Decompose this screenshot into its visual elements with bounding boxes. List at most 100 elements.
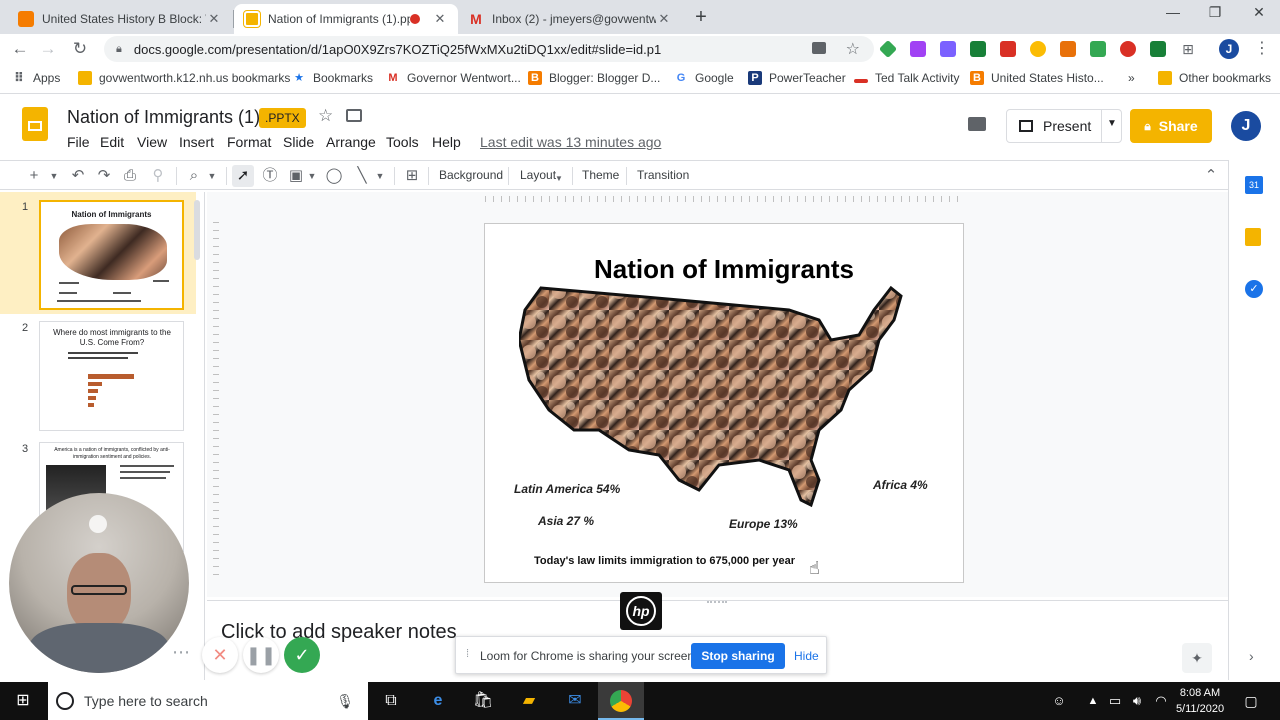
pause-recording-button[interactable]: ❚❚: [243, 637, 279, 673]
extension-icon[interactable]: [1090, 41, 1106, 57]
bookmark-apps[interactable]: ⠿ Apps: [12, 71, 60, 86]
tab-us-history[interactable]: United States History B Block: We ✕: [8, 4, 232, 34]
star-icon[interactable]: ☆: [318, 106, 333, 126]
notifications-icon[interactable]: ▢: [1240, 690, 1262, 712]
windows-start-icon[interactable]: ⊞: [12, 690, 34, 712]
wifi-icon[interactable]: ◠: [1150, 690, 1172, 712]
bookmark-folder[interactable]: govwentworth.k12.nh.us bookmarks: [78, 71, 290, 85]
menu-format[interactable]: Format: [227, 134, 271, 150]
document-title[interactable]: Nation of Immigrants (1): [67, 107, 260, 128]
bookmark-item[interactable]: B Blogger: Blogger D...: [528, 71, 660, 85]
shape-icon[interactable]: ◯: [324, 167, 344, 185]
label-asia[interactable]: Asia 27 %: [538, 514, 594, 528]
chevron-down-icon[interactable]: ▼: [1107, 118, 1117, 129]
other-bookmarks[interactable]: Other bookmarks: [1158, 71, 1271, 85]
drag-handle-icon[interactable]: ⁞: [466, 648, 469, 660]
slide-footer-text[interactable]: Today's law limits immigration to 675,00…: [534, 555, 795, 567]
menu-edit[interactable]: Edit: [100, 134, 124, 150]
menu-tools[interactable]: Tools: [386, 134, 419, 150]
window-close-icon[interactable]: ✕: [1236, 4, 1280, 28]
close-icon[interactable]: ✕: [432, 11, 448, 27]
chevron-down-icon[interactable]: ▼: [374, 167, 386, 185]
print-icon[interactable]: ⎙: [120, 167, 140, 185]
bookmark-item[interactable]: P PowerTeacher: [748, 71, 846, 85]
menu-view[interactable]: View: [137, 134, 167, 150]
slide-thumbnail-2[interactable]: Where do most immigrants to the U.S. Com…: [39, 321, 184, 431]
slide-1[interactable]: Nation of Immigrants Latin America 54% A…: [484, 223, 964, 583]
bookmark-item[interactable]: M Governor Wentwort...: [386, 71, 520, 85]
filmstrip-scrollbar[interactable]: [194, 200, 200, 260]
chevron-down-icon[interactable]: ▼: [554, 170, 564, 188]
last-edit-link[interactable]: Last edit was 13 minutes ago: [480, 134, 661, 150]
new-slide-icon[interactable]: +: [26, 167, 42, 185]
menu-file[interactable]: File: [67, 134, 90, 150]
tab-inbox[interactable]: M Inbox (2) - jmeyers@govwentwo ✕: [458, 4, 682, 34]
sheets-extension-icon[interactable]: [970, 41, 986, 57]
drive-extension-icon[interactable]: [878, 39, 898, 59]
minimize-icon[interactable]: —: [1150, 4, 1196, 28]
account-avatar[interactable]: J: [1231, 111, 1261, 141]
chevron-right-icon[interactable]: ›: [1249, 648, 1254, 664]
hide-button[interactable]: Hide: [794, 649, 819, 663]
redo-icon[interactable]: ↷: [94, 167, 114, 185]
resize-handle[interactable]: [707, 601, 727, 605]
menu-slide[interactable]: Slide: [283, 134, 314, 150]
present-button[interactable]: Present ▼: [1006, 109, 1122, 143]
menu-insert[interactable]: Insert: [179, 134, 214, 150]
chrome-taskbar-button[interactable]: [598, 682, 644, 720]
extension-icon[interactable]: [1030, 41, 1046, 57]
calendar-icon[interactable]: 31: [1245, 176, 1263, 194]
bookmark-item[interactable]: ★ Bookmarks: [292, 71, 373, 85]
star-icon[interactable]: ☆: [846, 39, 860, 59]
new-tab-icon[interactable]: +: [690, 6, 712, 29]
taskbar-search[interactable]: Type here to search 🎙︎: [48, 682, 368, 720]
bookmark-item[interactable]: Ted Talk Activity: [854, 71, 959, 85]
bookmark-item[interactable]: B United States Histo...: [970, 71, 1104, 85]
transition-button[interactable]: Transition: [637, 168, 689, 182]
kebab-menu-icon[interactable]: ⋮: [1254, 41, 1270, 57]
file-explorer-icon[interactable]: ▰: [518, 690, 540, 712]
menu-arrange[interactable]: Arrange: [326, 134, 376, 150]
camera-icon[interactable]: [812, 42, 826, 54]
cancel-recording-button[interactable]: ✕: [202, 637, 238, 673]
menu-help[interactable]: Help: [432, 134, 461, 150]
text-box-icon[interactable]: Ⓣ: [260, 167, 280, 185]
close-icon[interactable]: ✕: [656, 11, 672, 27]
volume-icon[interactable]: 🔊︎: [1126, 690, 1148, 712]
extension-icon[interactable]: [1000, 41, 1016, 57]
label-europe[interactable]: Europe 13%: [729, 517, 798, 531]
chevron-down-icon[interactable]: ▼: [206, 167, 218, 185]
battery-icon[interactable]: ▭: [1104, 690, 1126, 712]
us-map-collage-image[interactable]: [519, 280, 907, 516]
stop-sharing-button[interactable]: Stop sharing: [691, 643, 785, 669]
select-cursor-icon[interactable]: ➚: [232, 165, 254, 187]
label-latin-america[interactable]: Latin America 54%: [514, 482, 620, 496]
extension-icon[interactable]: [1120, 41, 1136, 57]
reload-icon[interactable]: ↻: [68, 38, 92, 60]
label-africa[interactable]: Africa 4%: [873, 478, 928, 492]
chevron-up-icon[interactable]: ⌃: [1202, 167, 1220, 185]
maximize-icon[interactable]: ❐: [1192, 4, 1238, 28]
people-icon[interactable]: ☺: [1048, 690, 1070, 712]
chevron-up-icon[interactable]: ▲: [1082, 690, 1104, 712]
slide-thumbnail-1[interactable]: Nation of Immigrants: [39, 200, 184, 310]
extension-icon[interactable]: [940, 41, 956, 57]
forward-icon[interactable]: →: [36, 38, 60, 60]
chevron-down-icon[interactable]: ▼: [306, 167, 318, 185]
tab-nation-of-immigrants[interactable]: Nation of Immigrants (1).ppt ✕: [234, 4, 458, 34]
background-button[interactable]: Background: [439, 168, 503, 182]
line-icon[interactable]: ╲: [352, 167, 372, 185]
image-icon[interactable]: ▣: [286, 167, 306, 185]
zoom-icon[interactable]: ⌕: [184, 167, 204, 185]
edge-icon[interactable]: e: [427, 690, 449, 712]
comment-icon[interactable]: [968, 117, 986, 131]
mail-icon[interactable]: ✉: [564, 690, 586, 712]
layout-button[interactable]: Layout: [520, 168, 556, 182]
webcam-bubble[interactable]: [9, 493, 189, 673]
undo-icon[interactable]: ↶: [68, 167, 88, 185]
address-bar[interactable]: 🔒︎ docs.google.com/presentation/d/1apO0X…: [104, 36, 874, 62]
microphone-icon[interactable]: 🎙︎: [336, 693, 354, 710]
tasks-icon[interactable]: ✓: [1245, 280, 1263, 298]
profile-avatar[interactable]: J: [1219, 39, 1239, 59]
paint-format-icon[interactable]: ⚲: [148, 167, 168, 185]
